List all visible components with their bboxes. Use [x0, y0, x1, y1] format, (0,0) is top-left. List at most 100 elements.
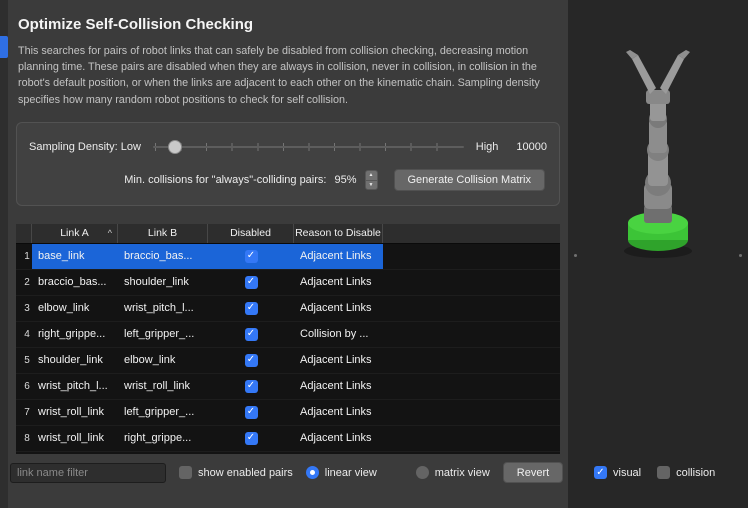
row-cells: wrist_roll_link left_gripper_... ✓ Adjac…	[32, 400, 383, 425]
table-row[interactable]: 6 wrist_pitch_l... wrist_roll_link ✓ Adj…	[16, 374, 560, 400]
active-page-indicator	[0, 36, 8, 58]
disabled-cell[interactable]: ✓	[208, 244, 294, 269]
column-header-reason[interactable]: Reason to Disable	[294, 224, 383, 243]
disabled-checkbox[interactable]: ✓	[245, 406, 258, 419]
robot-3d-viewport[interactable]: ✓ visual collision	[568, 0, 748, 508]
link-a-cell[interactable]: base_link	[32, 244, 118, 269]
generate-collision-matrix-button[interactable]: Generate Collision Matrix	[394, 169, 546, 191]
table-row[interactable]: 1 base_link braccio_bas... ✓ Adjacent Li…	[16, 244, 560, 270]
row-number: 4	[16, 322, 32, 347]
table-row[interactable]: 7 wrist_roll_link left_gripper_... ✓ Adj…	[16, 400, 560, 426]
disabled-cell[interactable]: ✓	[208, 348, 294, 373]
main-panel: Optimize Self-Collision Checking This se…	[8, 0, 568, 508]
row-number: 7	[16, 400, 32, 425]
link-a-cell[interactable]: elbow_link	[32, 296, 118, 321]
disabled-cell[interactable]: ✓	[208, 270, 294, 295]
column-header-disabled[interactable]: Disabled	[208, 224, 294, 243]
collision-checkbox[interactable]	[657, 466, 670, 479]
row-filler	[383, 348, 560, 373]
disabled-cell[interactable]: ✓	[208, 426, 294, 451]
sampling-density-row: Sampling Density: Low High 10000	[29, 125, 547, 169]
link-b-cell[interactable]: shoulder_link	[118, 270, 208, 295]
linear-view-radio[interactable]	[306, 466, 319, 479]
link-a-cell[interactable]: braccio_bas...	[32, 270, 118, 295]
row-number: 2	[16, 270, 32, 295]
column-header-link-a[interactable]: Link A ^	[32, 224, 118, 243]
viewport-toolbar: ✓ visual collision	[594, 466, 715, 479]
link-name-filter-input[interactable]	[10, 463, 166, 483]
link-a-cell[interactable]: wrist_roll_link	[32, 400, 118, 425]
row-number: 8	[16, 426, 32, 451]
row-cells: elbow_link wrist_pitch_l... ✓ Adjacent L…	[32, 296, 383, 321]
reason-cell: Adjacent Links	[294, 244, 383, 269]
link-a-cell[interactable]: shoulder_link	[32, 348, 118, 373]
visual-option[interactable]: ✓ visual	[594, 466, 641, 479]
stepper-up-icon[interactable]: ▲	[366, 171, 377, 180]
link-b-cell[interactable]: elbow_link	[118, 348, 208, 373]
disabled-checkbox[interactable]: ✓	[245, 354, 258, 367]
link-b-cell[interactable]: left_gripper_...	[118, 322, 208, 347]
sampling-density-slider[interactable]	[153, 139, 464, 155]
splitter-dot-left	[574, 254, 577, 257]
min-collisions-value: 95%	[334, 174, 356, 186]
table-row[interactable]: 2 braccio_bas... shoulder_link ✓ Adjacen…	[16, 270, 560, 296]
matrix-view-radio[interactable]	[416, 466, 429, 479]
collision-option[interactable]: collision	[657, 466, 715, 479]
disabled-checkbox[interactable]: ✓	[245, 432, 258, 445]
reason-cell: Adjacent Links	[294, 374, 383, 399]
link-a-cell[interactable]: wrist_roll_link	[32, 426, 118, 451]
link-b-cell[interactable]: right_grippe...	[118, 426, 208, 451]
row-number: 6	[16, 374, 32, 399]
disabled-checkbox[interactable]: ✓	[245, 250, 258, 263]
row-number: 5	[16, 348, 32, 373]
table-row[interactable]: 5 shoulder_link elbow_link ✓ Adjacent Li…	[16, 348, 560, 374]
disabled-checkbox[interactable]: ✓	[245, 328, 258, 341]
disabled-checkbox[interactable]: ✓	[245, 302, 258, 315]
disabled-cell[interactable]: ✓	[208, 296, 294, 321]
sampling-density-panel: Sampling Density: Low High 10000 Min. co…	[16, 122, 560, 206]
show-enabled-pairs-label: show enabled pairs	[198, 467, 293, 479]
table-header: Link A ^ Link B Disabled Reason to Disab…	[16, 224, 560, 244]
table-row[interactable]: 3 elbow_link wrist_pitch_l... ✓ Adjacent…	[16, 296, 560, 322]
row-filler	[383, 270, 560, 295]
disabled-cell[interactable]: ✓	[208, 400, 294, 425]
link-a-cell[interactable]: wrist_pitch_l...	[32, 374, 118, 399]
table-row[interactable]: 4 right_grippe... left_gripper_... ✓ Col…	[16, 322, 560, 348]
column-label-disabled: Disabled	[230, 227, 271, 239]
column-header-link-b[interactable]: Link B	[118, 224, 208, 243]
link-a-cell[interactable]: right_grippe...	[32, 322, 118, 347]
disabled-cell[interactable]: ✓	[208, 374, 294, 399]
page-title: Optimize Self-Collision Checking	[18, 16, 558, 33]
stepper-down-icon[interactable]: ▼	[366, 180, 377, 189]
link-b-cell[interactable]: wrist_roll_link	[118, 374, 208, 399]
header-filler	[383, 224, 560, 243]
page-description: This searches for pairs of robot links t…	[18, 43, 558, 108]
show-enabled-pairs-option[interactable]: show enabled pairs	[179, 466, 293, 479]
matrix-view-option[interactable]: matrix view	[416, 466, 490, 479]
linear-view-option[interactable]: linear view	[306, 466, 377, 479]
min-collisions-stepper[interactable]: ▲ ▼	[365, 170, 378, 190]
row-filler	[383, 296, 560, 321]
link-b-cell[interactable]: braccio_bas...	[118, 244, 208, 269]
high-label: High	[476, 141, 499, 153]
row-cells: braccio_bas... shoulder_link ✓ Adjacent …	[32, 270, 383, 295]
min-collisions-row: Min. collisions for "always"-colliding p…	[29, 169, 547, 191]
show-enabled-pairs-checkbox[interactable]	[179, 466, 192, 479]
row-number: 3	[16, 296, 32, 321]
matrix-view-label: matrix view	[435, 467, 490, 479]
table-row[interactable]: 8 wrist_roll_link right_grippe... ✓ Adja…	[16, 426, 560, 452]
disabled-checkbox[interactable]: ✓	[245, 276, 258, 289]
disabled-checkbox[interactable]: ✓	[245, 380, 258, 393]
visual-checkbox[interactable]: ✓	[594, 466, 607, 479]
row-filler	[383, 244, 560, 269]
link-b-cell[interactable]: wrist_pitch_l...	[118, 296, 208, 321]
slider-track[interactable]	[153, 146, 464, 148]
visual-label: visual	[613, 467, 641, 479]
link-b-cell[interactable]: left_gripper_...	[118, 400, 208, 425]
slider-handle[interactable]	[168, 140, 182, 154]
disabled-cell[interactable]: ✓	[208, 322, 294, 347]
reason-cell: Adjacent Links	[294, 400, 383, 425]
row-number: 1	[16, 244, 32, 269]
splitter-dot-right	[739, 254, 742, 257]
revert-button[interactable]: Revert	[503, 462, 563, 483]
